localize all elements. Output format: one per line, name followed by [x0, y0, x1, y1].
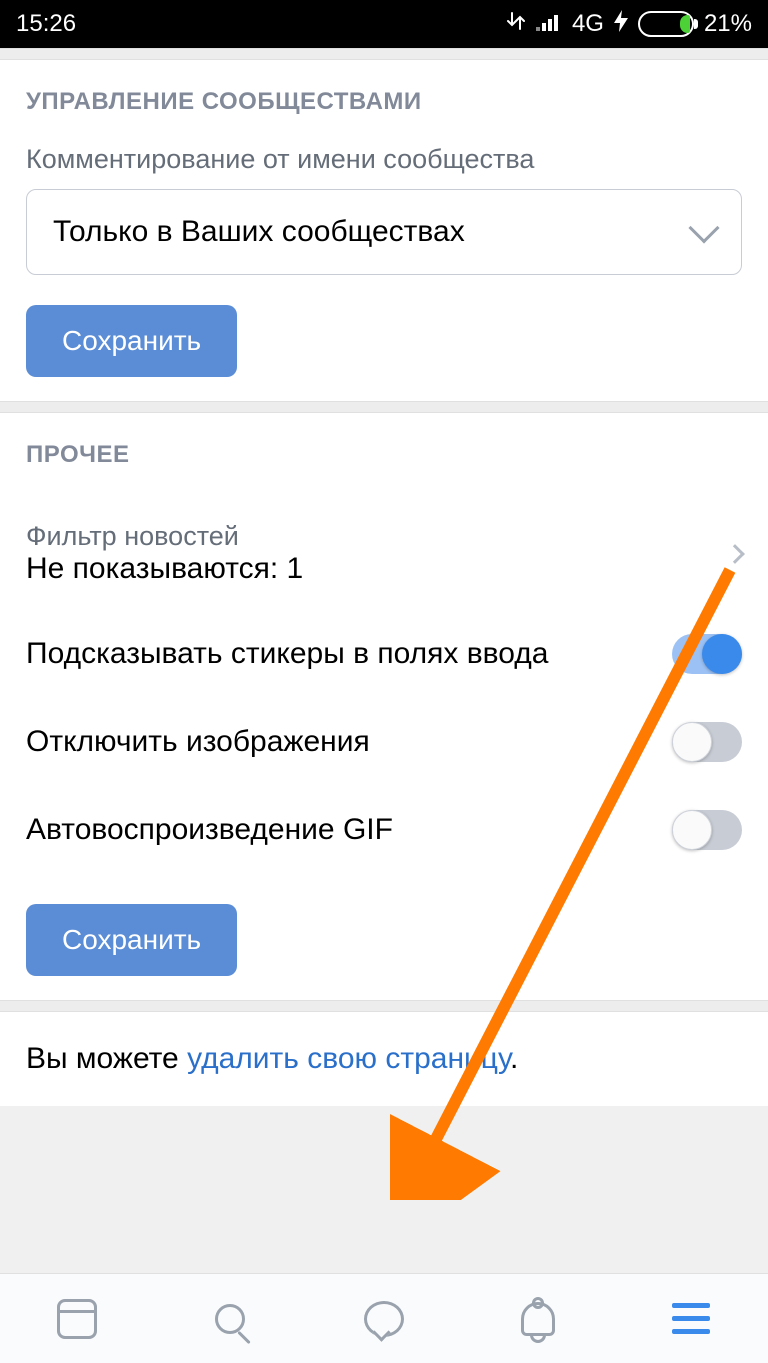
- select-value: Только в Ваших сообществах: [53, 215, 465, 249]
- filter-value: Не показываются: 1: [26, 552, 303, 586]
- stickers-label: Подсказывать стикеры в полях ввода: [26, 637, 548, 671]
- stickers-toggle[interactable]: [672, 634, 742, 674]
- chat-icon: [364, 1301, 404, 1337]
- delete-page-footer: Вы можете удалить свою страницу.: [0, 1012, 768, 1106]
- divider: [0, 1000, 768, 1012]
- search-icon: [215, 1304, 245, 1334]
- bell-icon: [521, 1302, 555, 1336]
- network-label: 4G: [572, 10, 604, 38]
- divider: [0, 401, 768, 413]
- battery-icon: [638, 11, 694, 37]
- chevron-right-icon: [725, 544, 745, 564]
- footer-suffix: .: [510, 1042, 518, 1075]
- autoplay-gif-label: Автовоспроизведение GIF: [26, 813, 393, 847]
- autoplay-gif-toggle[interactable]: [672, 810, 742, 850]
- battery-pct: 21%: [704, 10, 752, 38]
- charging-icon: [614, 10, 628, 38]
- save-button[interactable]: Сохранить: [26, 305, 237, 377]
- status-bar: 15:26 4G 21%: [0, 0, 768, 48]
- save-button[interactable]: Сохранить: [26, 904, 237, 976]
- disable-images-toggle[interactable]: [672, 722, 742, 762]
- news-filter-row[interactable]: Фильтр новостей Не показываются: 1: [26, 497, 742, 610]
- stickers-row: Подсказывать стикеры в полях ввода: [26, 610, 742, 698]
- status-time: 15:26: [16, 10, 76, 38]
- section-title: УПРАВЛЕНИЕ СООБЩЕСТВАМИ: [26, 88, 742, 116]
- field-label: Комментирование от имени сообщества: [26, 144, 742, 175]
- nav-notifications[interactable]: [514, 1295, 562, 1343]
- nav-messages[interactable]: [360, 1295, 408, 1343]
- delete-page-link[interactable]: удалить свою страницу: [187, 1042, 510, 1075]
- data-transfer-icon: [506, 10, 526, 38]
- filter-label: Фильтр новостей: [26, 521, 303, 552]
- footer-prefix: Вы можете: [26, 1042, 187, 1075]
- section-title: ПРОЧЕЕ: [26, 441, 742, 469]
- autoplay-gif-row: Автовоспроизведение GIF: [26, 786, 742, 874]
- communities-section: УПРАВЛЕНИЕ СООБЩЕСТВАМИ Комментирование …: [0, 60, 768, 401]
- chevron-down-icon: [688, 212, 719, 243]
- status-right: 4G 21%: [506, 10, 752, 38]
- nav-feed[interactable]: [53, 1295, 101, 1343]
- divider: [0, 48, 768, 60]
- nav-search[interactable]: [206, 1295, 254, 1343]
- bottom-nav: [0, 1273, 768, 1363]
- comment-scope-select[interactable]: Только в Ваших сообществах: [26, 189, 742, 275]
- signal-icon: [536, 10, 562, 38]
- menu-icon: [672, 1303, 710, 1334]
- other-section: ПРОЧЕЕ Фильтр новостей Не показываются: …: [0, 413, 768, 1000]
- nav-menu[interactable]: [667, 1295, 715, 1343]
- disable-images-label: Отключить изображения: [26, 725, 370, 759]
- disable-images-row: Отключить изображения: [26, 698, 742, 786]
- feed-icon: [57, 1299, 97, 1339]
